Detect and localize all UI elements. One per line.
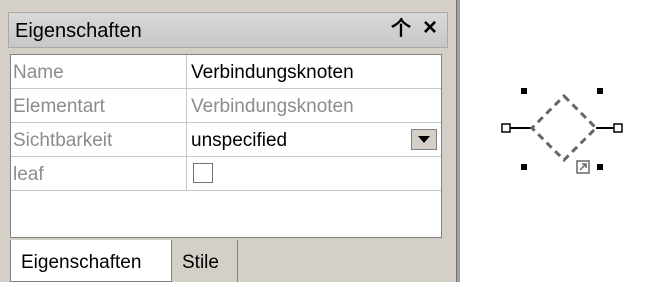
property-label: Sichtbarkeit	[11, 123, 187, 156]
leaf-value-cell	[187, 157, 441, 190]
panel-title-bar: Eigenschaften 个 ×	[0, 0, 456, 48]
property-row-sichtbarkeit: Sichtbarkeit unspecified	[11, 123, 441, 157]
property-label: leaf	[11, 157, 187, 190]
leaf-checkbox[interactable]	[193, 163, 213, 183]
diagram-canvas[interactable]	[460, 0, 646, 282]
property-label: Name	[11, 55, 187, 88]
junction-diamond[interactable]	[529, 93, 599, 163]
property-row-name: Name Verbindungsknoten	[11, 55, 441, 89]
sichtbarkeit-selected-value: unspecified	[191, 130, 288, 151]
dropdown-button[interactable]	[411, 129, 437, 150]
property-row-leaf: leaf	[11, 157, 441, 191]
chevron-down-icon	[418, 136, 430, 143]
property-grid: Name Verbindungsknoten Elementart Verbin…	[10, 54, 442, 238]
name-field[interactable]: Verbindungsknoten	[187, 55, 441, 88]
properties-panel: Eigenschaften 个 × Name Verbindungsknoten…	[0, 0, 456, 282]
property-label: Elementart	[11, 89, 187, 122]
junction-node-diagram[interactable]	[460, 0, 646, 282]
property-row-elementart: Elementart Verbindungsknoten	[11, 89, 441, 123]
port-left[interactable]	[501, 123, 511, 133]
panel-title: Eigenschaften	[15, 20, 142, 42]
panel-header: Eigenschaften 个 ×	[8, 12, 448, 48]
close-icon[interactable]: ×	[423, 16, 437, 40]
pin-icon[interactable]: 个	[391, 19, 411, 39]
port-right[interactable]	[613, 123, 623, 133]
selection-handle[interactable]	[597, 88, 603, 94]
sichtbarkeit-select[interactable]: unspecified	[187, 123, 441, 156]
selection-handle[interactable]	[521, 88, 527, 94]
selection-handle[interactable]	[521, 164, 527, 170]
tab-eigenschaften[interactable]: Eigenschaften	[10, 240, 172, 282]
elementart-value: Verbindungsknoten	[191, 96, 354, 117]
selection-handle[interactable]	[597, 164, 603, 170]
tab-stile[interactable]: Stile	[172, 240, 238, 282]
